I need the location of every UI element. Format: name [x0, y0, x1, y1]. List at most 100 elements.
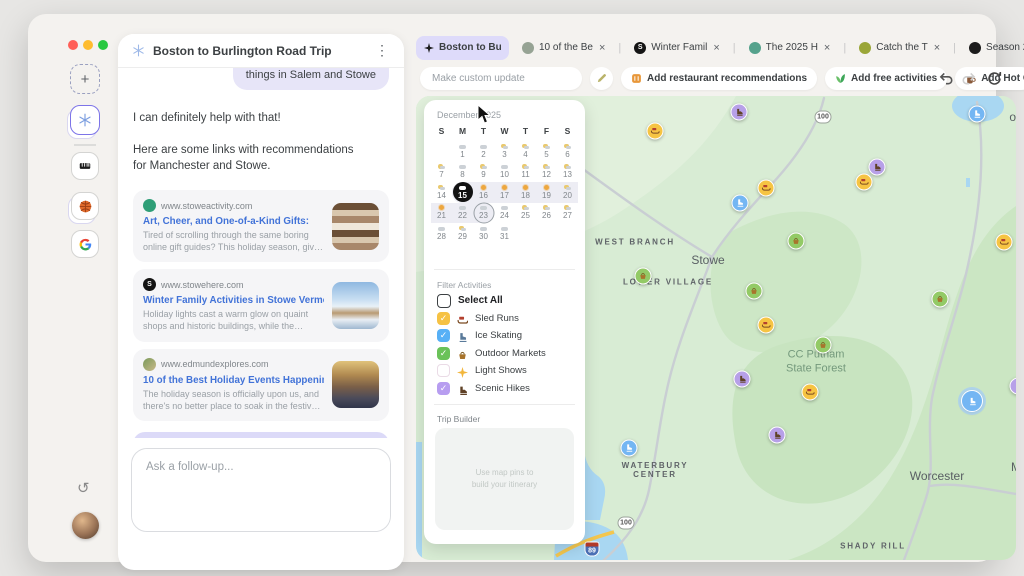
map-marker-sled[interactable]	[856, 174, 873, 191]
chat-menu-button[interactable]: ⋮	[372, 42, 392, 59]
map-marker-sled[interactable]	[758, 180, 775, 197]
calendar-day-31[interactable]: 31	[494, 223, 515, 244]
chip-add-restaurant-recommendations[interactable]: Add restaurant recommendations	[621, 67, 817, 90]
filter-checkbox[interactable]	[437, 364, 450, 377]
filter-checkbox[interactable]	[437, 294, 451, 308]
sidebar-item-trip-assistant[interactable]	[70, 105, 100, 135]
filter-checkbox[interactable]: ✓	[437, 347, 450, 360]
link-card[interactable]: www.edmundexplores.com10 of the Best Hol…	[133, 349, 389, 421]
undo-button[interactable]	[938, 70, 954, 86]
map-marker-sled[interactable]	[647, 123, 664, 140]
edit-button[interactable]	[590, 67, 613, 90]
history-button[interactable]: ↺	[77, 479, 90, 497]
link-card[interactable]: Swww.stowehere.comWinter Family Activiti…	[133, 269, 389, 341]
calendar-day-29[interactable]: 29	[452, 223, 473, 244]
map-marker-skate[interactable]	[961, 390, 983, 412]
minimize-window-button[interactable]	[83, 40, 93, 50]
sidebar-item-piano-app[interactable]	[71, 152, 99, 180]
redo-button[interactable]	[961, 70, 977, 86]
calendar-day-6[interactable]: 6	[557, 141, 578, 162]
calendar-day-3[interactable]: 3	[494, 141, 515, 162]
calendar-day-28[interactable]: 28	[431, 223, 452, 244]
custom-update-input[interactable]	[420, 67, 582, 90]
map-marker-hike[interactable]	[731, 104, 748, 121]
map-marker-market[interactable]	[788, 233, 805, 250]
calendar-day-26[interactable]: 26	[536, 203, 557, 224]
tab-catch-the-t[interactable]: Catch the T×	[851, 36, 948, 60]
zoom-window-button[interactable]	[98, 40, 108, 50]
link-title[interactable]: Art, Cheer, and One-of-a-Kind Gifts:	[143, 216, 324, 227]
user-avatar[interactable]	[72, 512, 99, 539]
calendar-day-17[interactable]: 17	[494, 182, 515, 203]
calendar-day-4[interactable]: 4	[515, 141, 536, 162]
link-title[interactable]: 10 of the Best Holiday Events Happening.…	[143, 375, 324, 386]
map-marker-hike[interactable]	[734, 371, 751, 388]
map-marker-hike[interactable]	[769, 427, 786, 444]
calendar-day-2[interactable]: 2	[473, 141, 494, 162]
tab-boston-to-burli[interactable]: Boston to Burli	[416, 36, 509, 60]
map-marker-market[interactable]	[746, 283, 763, 300]
chip-add-free-activities[interactable]: Add free activities	[825, 67, 947, 90]
calendar-day-19[interactable]: 19	[536, 182, 557, 203]
map-label: CC Putnam State Forest	[786, 348, 846, 377]
open-all-links-button[interactable]: Open all links	[133, 432, 389, 438]
followup-input-container	[131, 448, 391, 532]
calendar-day-13[interactable]: 13	[557, 162, 578, 183]
calendar-day-18[interactable]: 18	[515, 182, 536, 203]
filter-checkbox[interactable]: ✓	[437, 329, 450, 342]
sidebar-item-sports-app[interactable]	[71, 192, 99, 220]
close-tab-icon[interactable]: ×	[713, 42, 719, 54]
calendar-day-8[interactable]: 8	[452, 162, 473, 183]
close-tab-icon[interactable]: ×	[824, 42, 830, 54]
close-tab-icon[interactable]: ×	[599, 42, 605, 54]
link-title[interactable]: Winter Family Activities in Stowe Vermon…	[143, 295, 324, 306]
tab-separator: |	[953, 42, 956, 54]
link-card[interactable]: www.stoweactivity.comArt, Cheer, and One…	[133, 190, 389, 262]
chat-messages[interactable]: things in Salem and Stowe I can definite…	[118, 68, 404, 438]
calendar-day-11[interactable]: 11	[515, 162, 536, 183]
map-canvas[interactable]: WEST BRANCHStoweLOWER VILLAGECC Putnam S…	[416, 96, 1016, 560]
map-marker-skate[interactable]	[969, 106, 986, 123]
filter-checkbox[interactable]: ✓	[437, 382, 450, 395]
snowflake-icon	[78, 113, 92, 127]
map-marker-market[interactable]	[815, 337, 832, 354]
calendar-day-22[interactable]: 22	[452, 203, 473, 224]
map-marker-skate[interactable]	[621, 440, 638, 457]
calendar-day-27[interactable]: 27	[557, 203, 578, 224]
calendar-day-15[interactable]: 15	[452, 182, 473, 203]
calendar-day-10[interactable]: 10	[494, 162, 515, 183]
map-marker-market[interactable]	[932, 291, 949, 308]
trip-builder-dropzone[interactable]: Use map pins to build your itinerary	[435, 428, 574, 530]
close-window-button[interactable]	[68, 40, 78, 50]
map-marker-skate[interactable]	[732, 195, 749, 212]
tab-the-2025-h[interactable]: The 2025 H×	[741, 36, 839, 60]
calendar-day-16[interactable]: 16	[473, 182, 494, 203]
map-marker-sled[interactable]	[802, 384, 819, 401]
sidebar-item-google[interactable]	[71, 230, 99, 258]
calendar-day-23[interactable]: 23	[473, 203, 494, 224]
calendar-day-12[interactable]: 12	[536, 162, 557, 183]
calendar-day-7[interactable]: 7	[431, 162, 452, 183]
map-marker-sled[interactable]	[758, 317, 775, 334]
close-tab-icon[interactable]: ×	[934, 42, 940, 54]
calendar-day-20[interactable]: 20	[557, 182, 578, 203]
new-item-button[interactable]: +	[70, 64, 100, 94]
map-marker-sled[interactable]	[996, 234, 1013, 251]
followup-input[interactable]	[132, 449, 390, 531]
map-marker-hike[interactable]	[869, 159, 886, 176]
sync-button[interactable]	[986, 70, 1003, 87]
calendar-day-5[interactable]: 5	[536, 141, 557, 162]
tab-10-of-the-be[interactable]: 10 of the Be×	[514, 36, 613, 60]
calendar-day-14[interactable]: 14	[431, 182, 452, 203]
calendar-day-25[interactable]: 25	[515, 203, 536, 224]
filter-checkbox[interactable]: ✓	[437, 312, 450, 325]
calendar-day-30[interactable]: 30	[473, 223, 494, 244]
calendar-day-24[interactable]: 24	[494, 203, 515, 224]
calendar-day-1[interactable]: 1	[452, 141, 473, 162]
map-marker-market[interactable]	[635, 268, 652, 285]
tab-season-2024[interactable]: Season 2024×	[961, 36, 1024, 60]
calendar-day-21[interactable]: 21	[431, 203, 452, 224]
calendar-day-9[interactable]: 9	[473, 162, 494, 183]
map-marker-hike[interactable]	[1010, 378, 1017, 395]
tab-winter-famil[interactable]: SWinter Famil×	[626, 36, 728, 60]
